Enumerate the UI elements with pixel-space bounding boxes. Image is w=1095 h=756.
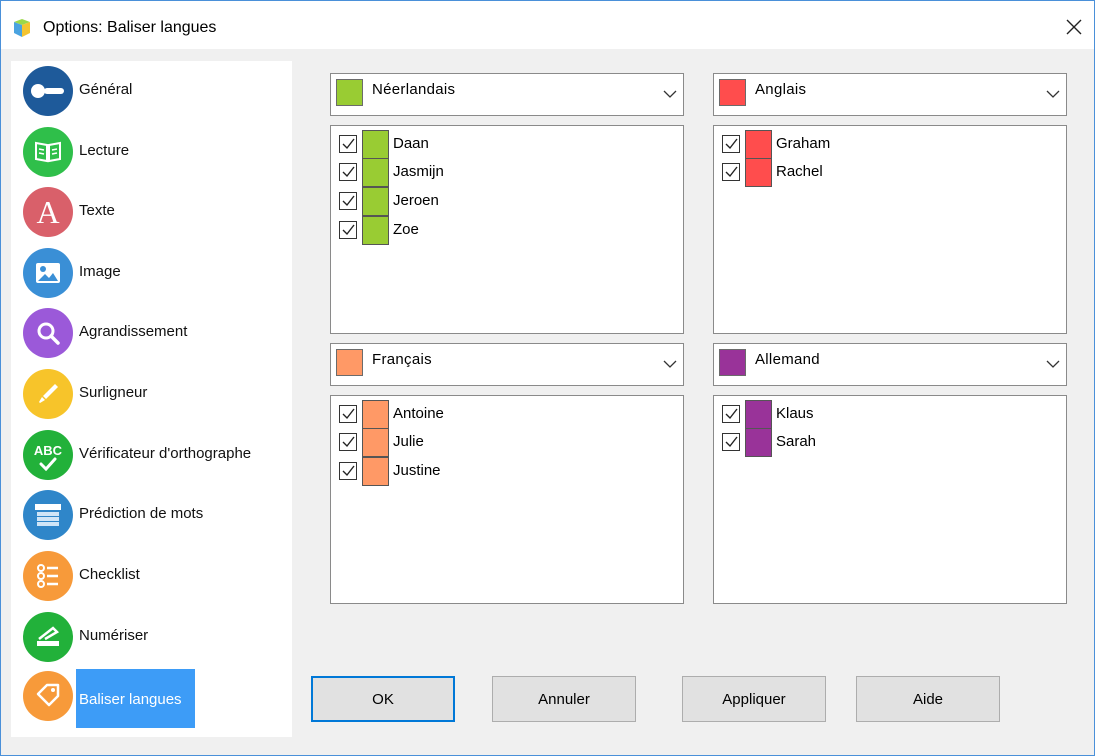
close-icon xyxy=(1066,19,1082,35)
list-item: Justine xyxy=(339,456,659,486)
person-checkbox[interactable] xyxy=(339,135,357,153)
person-color-swatch xyxy=(745,130,772,159)
person-checkbox[interactable] xyxy=(722,163,740,181)
chevron-down-icon xyxy=(1046,90,1060,98)
options-dialog: Options: Baliser langues Général Lecture… xyxy=(0,0,1095,756)
language-color-swatch xyxy=(336,79,363,106)
chevron-down-icon xyxy=(663,360,677,368)
app-logo-icon xyxy=(14,19,30,37)
language-color-swatch xyxy=(336,349,363,376)
spellcheck-icon: ABC xyxy=(23,430,73,480)
language-select-dutch[interactable]: Néerlandais xyxy=(330,73,684,116)
person-checkbox[interactable] xyxy=(339,163,357,181)
people-list-dutch: Daan Jasmijn Jeroen Zoe xyxy=(330,125,684,334)
checklist-icon xyxy=(23,551,73,601)
person-color-swatch xyxy=(362,400,389,429)
book-icon xyxy=(23,127,73,177)
person-color-swatch xyxy=(362,428,389,457)
list-item: Daan xyxy=(339,129,659,159)
letter-a-icon: A xyxy=(23,187,73,237)
person-checkbox[interactable] xyxy=(339,462,357,480)
sidebar-item-magnification[interactable]: Agrandissement xyxy=(11,305,292,361)
list-item: Antoine xyxy=(339,399,659,429)
sidebar-item-language-tagging[interactable]: Baliser langues xyxy=(11,668,292,728)
chevron-down-icon xyxy=(1046,360,1060,368)
list-item: Sarah xyxy=(722,427,1042,457)
language-select-german[interactable]: Allemand xyxy=(713,343,1067,386)
sidebar-item-checklist[interactable]: Checklist xyxy=(11,548,292,604)
sidebar-item-word-prediction[interactable]: Prédiction de mots xyxy=(11,487,292,543)
person-checkbox[interactable] xyxy=(339,433,357,451)
list-item: Jasmijn xyxy=(339,157,659,187)
people-list-english: Graham Rachel xyxy=(713,125,1067,334)
list-item: Rachel xyxy=(722,157,1042,187)
language-select-english[interactable]: Anglais xyxy=(713,73,1067,116)
apply-button[interactable]: Appliquer xyxy=(682,676,826,722)
scanner-icon xyxy=(23,612,73,662)
title-bar: Options: Baliser langues xyxy=(1,1,1094,49)
person-checkbox[interactable] xyxy=(722,135,740,153)
options-sidebar: Général Lecture A Texte Image Agrandisse… xyxy=(11,61,292,737)
person-color-swatch xyxy=(362,130,389,159)
list-item: Julie xyxy=(339,427,659,457)
sidebar-item-image[interactable]: Image xyxy=(11,245,292,301)
sidebar-item-text[interactable]: A Texte xyxy=(11,184,292,240)
picture-icon xyxy=(23,248,73,298)
sidebar-item-scan[interactable]: Numériser xyxy=(11,609,292,665)
person-color-swatch xyxy=(362,158,389,187)
magnifier-icon xyxy=(23,308,73,358)
sidebar-item-reading[interactable]: Lecture xyxy=(11,124,292,180)
list-item: Jeroen xyxy=(339,186,659,216)
language-tag-icon xyxy=(23,671,73,721)
help-button[interactable]: Aide xyxy=(856,676,1000,722)
people-list-german: Klaus Sarah xyxy=(713,395,1067,604)
sidebar-item-spellcheck[interactable]: ABC Vérificateur d'orthographe xyxy=(11,427,292,483)
cancel-button[interactable]: Annuler xyxy=(492,676,636,722)
window-title: Options: Baliser langues xyxy=(43,19,217,36)
person-color-swatch xyxy=(745,400,772,429)
person-color-swatch xyxy=(745,158,772,187)
sidebar-item-general[interactable]: Général xyxy=(11,63,292,119)
people-list-french: Antoine Julie Justine xyxy=(330,395,684,604)
language-color-swatch xyxy=(719,349,746,376)
word-prediction-icon xyxy=(23,490,73,540)
person-checkbox[interactable] xyxy=(722,405,740,423)
person-checkbox[interactable] xyxy=(722,433,740,451)
highlighter-icon xyxy=(23,369,73,419)
list-item: Graham xyxy=(722,129,1042,159)
list-item: Klaus xyxy=(722,399,1042,429)
person-checkbox[interactable] xyxy=(339,221,357,239)
person-checkbox[interactable] xyxy=(339,192,357,210)
language-select-french[interactable]: Français xyxy=(330,343,684,386)
language-color-swatch xyxy=(719,79,746,106)
person-color-swatch xyxy=(745,428,772,457)
list-item: Zoe xyxy=(339,215,659,245)
person-checkbox[interactable] xyxy=(339,405,357,423)
sidebar-item-highlighter[interactable]: Surligneur xyxy=(11,366,292,422)
person-color-swatch xyxy=(362,457,389,486)
ok-button[interactable]: OK xyxy=(311,676,455,722)
close-button[interactable] xyxy=(1054,9,1094,45)
person-color-swatch xyxy=(362,216,389,245)
chevron-down-icon xyxy=(663,90,677,98)
toggle-icon xyxy=(23,66,73,116)
person-color-swatch xyxy=(362,187,389,216)
